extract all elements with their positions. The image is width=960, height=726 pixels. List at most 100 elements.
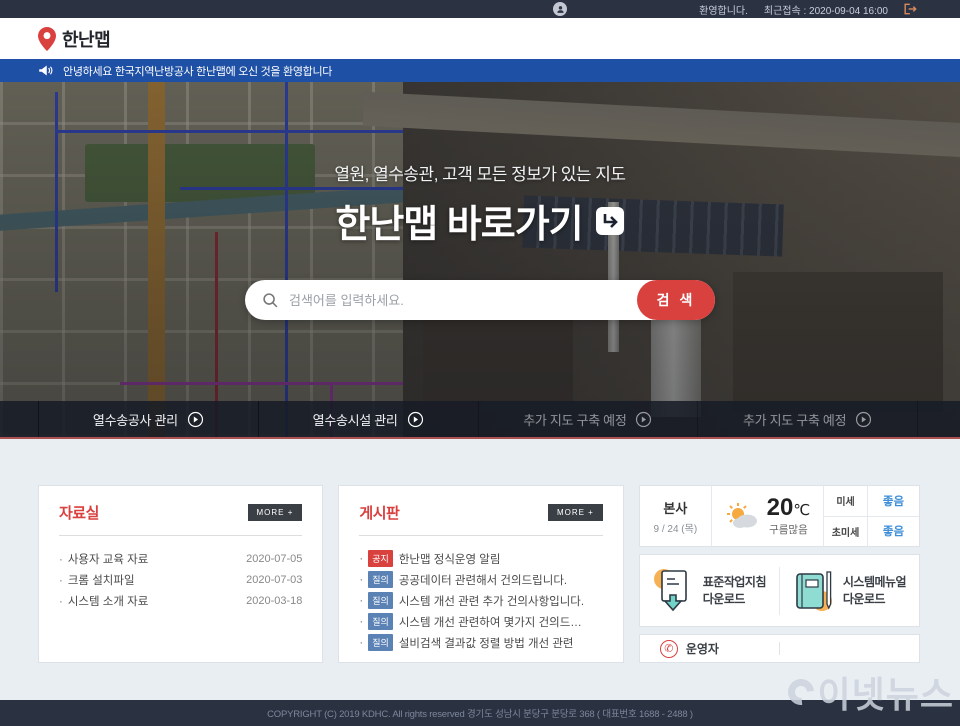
logo-text: 한난맵 (62, 26, 110, 52)
dataroom-item[interactable]: ·크롬 설치파일 2020-07-03 (59, 569, 302, 590)
bullet: · (59, 596, 63, 608)
fine-dust-row: 미세 좋음 (824, 486, 919, 516)
dataroom-item-date: 2020-07-05 (246, 553, 302, 565)
board-item[interactable]: · 질의 시스템 개선 관련하여 몇가지 건의드… (359, 611, 602, 632)
main-content: 자료실 MORE + ·사용자 교육 자료 2020-07-05 ·크롬 설치파… (0, 439, 960, 698)
weather-condition: 구름많음 (767, 522, 811, 537)
watermark-text: 이넷뉴스 (818, 666, 954, 718)
user-icon[interactable] (553, 2, 567, 16)
menu-planned-map-1[interactable]: 추가 지도 구축 예정 (478, 401, 698, 437)
dataroom-panel: 자료실 MORE + ·사용자 교육 자료 2020-07-05 ·크롬 설치파… (38, 485, 323, 663)
watermark-logo-icon (782, 674, 819, 711)
header: 한난맵 (0, 18, 960, 59)
board-more-button[interactable]: MORE + (548, 504, 603, 521)
notice-bar: 안녕하세요 한국지역난방공사 한난맵에 오신 것을 환영합니다 (0, 59, 960, 82)
temperature-unit: ℃ (793, 502, 810, 519)
logout-icon[interactable] (904, 3, 918, 15)
phone-icon: ✆ (660, 640, 678, 658)
board-item[interactable]: · 질의 공공데이터 관련해서 건의드립니다. (359, 569, 602, 590)
hero-content: 열원, 열수송관, 고객 모든 정보가 있는 지도 한난맵 바로가기 검 색 (0, 82, 960, 437)
last-access-text: 최근접속 : 2020-09-04 16:00 (764, 2, 888, 17)
dataroom-item[interactable]: ·사용자 교육 자료 2020-07-05 (59, 548, 302, 569)
right-column: 본사 9 / 24 (목) 20℃ 구름많음 (639, 485, 920, 663)
board-item[interactable]: · 질의 시스템 개선 관련 추가 건의사항입니다. (359, 590, 602, 611)
weather-date: 9 / 24 (목) (654, 520, 698, 535)
search-input[interactable] (279, 293, 637, 308)
megaphone-icon (38, 64, 53, 77)
sun-cloud-icon (725, 502, 759, 530)
hero-banner: 열원, 열수송관, 고객 모든 정보가 있는 지도 한난맵 바로가기 검 색 열… (0, 82, 960, 439)
dataroom-item-label: ·시스템 소개 자료 (59, 593, 148, 609)
temperature-value: 20 (767, 494, 794, 521)
bullet: · (59, 554, 63, 566)
ultrafine-dust-value: 좋음 (868, 523, 919, 539)
guideline-download-label: 표준작업지침다운로드 (703, 574, 766, 606)
document-download-icon (653, 567, 693, 615)
menu-pipe-facility[interactable]: 열수송시설 관리 (258, 401, 478, 437)
badge-question: 질의 (368, 613, 393, 630)
search-icon (262, 292, 279, 309)
hero-title: 한난맵 바로가기 (335, 193, 582, 248)
board-item-text: 공공데이터 관련해서 건의드립니다. (399, 572, 567, 588)
dataroom-title: 자료실 (59, 502, 99, 523)
topbar: 환영합니다. 최근접속 : 2020-09-04 16:00 (0, 0, 960, 18)
logo[interactable]: 한난맵 (38, 26, 110, 52)
bullet: · (359, 637, 363, 649)
book-manual-icon (793, 568, 833, 614)
menu-label: 열수송시설 관리 (313, 410, 398, 429)
ultrafine-dust-label: 초미세 (824, 517, 868, 547)
board-title: 게시판 (359, 502, 399, 523)
download-panel: 표준작업지침다운로드 시스템메뉴얼다운로드 (639, 554, 920, 627)
fine-dust-label: 미세 (824, 486, 868, 516)
menu-planned-map-2[interactable]: 추가 지도 구축 예정 (697, 401, 918, 437)
board-item-text: 설비검색 결과값 정렬 방법 개선 관련 (399, 635, 574, 651)
bullet: · (59, 575, 63, 587)
hero-subtitle: 열원, 열수송관, 고객 모든 정보가 있는 지도 (334, 160, 625, 185)
play-circle-icon (635, 411, 652, 428)
menu-pipe-construction[interactable]: 열수송공사 관리 (38, 401, 258, 437)
hero-search-bar: 검 색 (245, 280, 715, 320)
dataroom-item-date: 2020-03-18 (246, 595, 302, 607)
notice-text: 안녕하세요 한국지역난방공사 한난맵에 오신 것을 환영합니다 (63, 63, 332, 79)
board-item-text: 시스템 개선 관련 추가 건의사항입니다. (399, 593, 584, 609)
bullet: · (359, 616, 363, 628)
board-item[interactable]: · 공지 한난맵 정식운영 알림 (359, 548, 602, 569)
search-button[interactable]: 검 색 (637, 280, 715, 320)
badge-notice: 공지 (368, 550, 393, 567)
badge-question: 질의 (368, 592, 393, 609)
fine-dust-value: 좋음 (868, 493, 919, 509)
bullet: · (359, 574, 363, 586)
play-circle-icon (855, 411, 872, 428)
play-circle-icon (407, 411, 424, 428)
board-panel: 게시판 MORE + · 공지 한난맵 정식운영 알림 · 질의 공공데이터 관… (338, 485, 623, 663)
news-watermark: 이넷뉴스 (788, 666, 954, 718)
divider (59, 535, 302, 536)
divider (359, 535, 602, 536)
guideline-download-button[interactable]: 표준작업지침다운로드 (640, 567, 779, 615)
badge-question: 질의 (368, 571, 393, 588)
map-pin-icon (38, 27, 56, 51)
board-item[interactable]: · 질의 설비검색 결과값 정렬 방법 개선 관련 (359, 632, 602, 653)
welcome-text: 환영합니다. (699, 2, 748, 17)
dataroom-item-label: ·크롬 설치파일 (59, 572, 135, 588)
weather-location: 본사 (663, 498, 687, 517)
dataroom-item-label: ·사용자 교육 자료 (59, 551, 148, 567)
operator-label: 운영자 (686, 640, 719, 657)
arrow-right-square-icon (595, 206, 625, 236)
badge-question: 질의 (368, 634, 393, 651)
dataroom-item[interactable]: ·시스템 소개 자료 2020-03-18 (59, 590, 302, 611)
board-item-text: 한난맵 정식운영 알림 (399, 551, 501, 567)
dataroom-more-button[interactable]: MORE + (248, 504, 303, 521)
play-circle-icon (187, 411, 204, 428)
menu-label: 추가 지도 구축 예정 (743, 410, 846, 429)
dataroom-item-date: 2020-07-03 (246, 574, 302, 586)
copyright-text: COPYRIGHT (C) 2019 KDHC. All rights rese… (267, 706, 693, 720)
menu-label: 열수송공사 관리 (93, 410, 178, 429)
manual-download-label: 시스템메뉴얼다운로드 (843, 574, 906, 606)
board-item-text: 시스템 개선 관련하여 몇가지 건의드… (399, 614, 582, 630)
manual-download-button[interactable]: 시스템메뉴얼다운로드 (779, 567, 919, 615)
operator-panel[interactable]: ✆ 운영자 (639, 634, 920, 663)
ultrafine-dust-row: 초미세 좋음 (824, 516, 919, 547)
weather-widget: 본사 9 / 24 (목) 20℃ 구름많음 (639, 485, 920, 547)
hero-shortcut-link[interactable]: 한난맵 바로가기 (335, 193, 624, 248)
